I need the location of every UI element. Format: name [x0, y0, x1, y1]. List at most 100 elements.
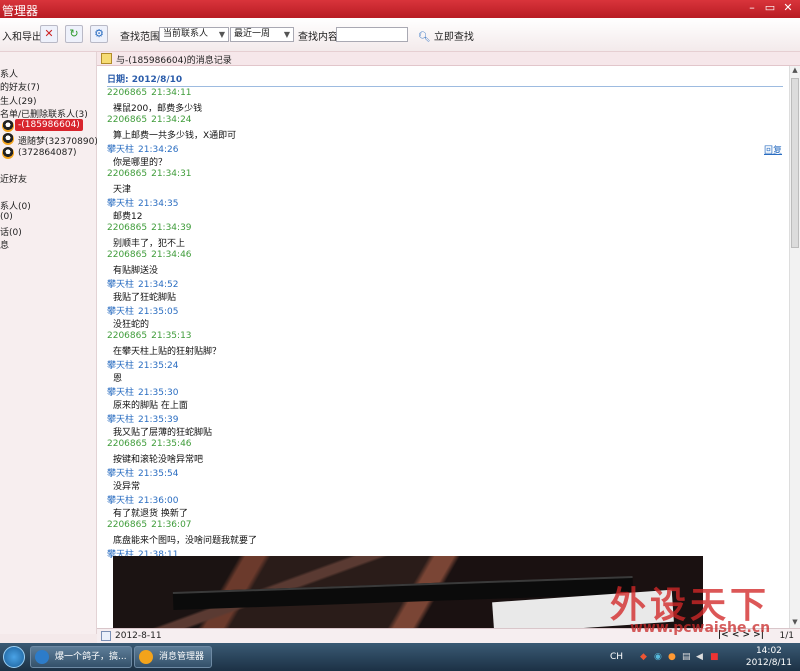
tray-icon[interactable]: ◆ [640, 652, 647, 662]
calendar-icon[interactable] [101, 631, 111, 641]
clock-date: 2012/8/11 [745, 658, 792, 668]
message-text: 没狂蛇的 [113, 320, 150, 330]
start-button[interactable] [3, 646, 25, 668]
message-text: 原来的脚贴 在上面 [113, 401, 188, 411]
scope-select[interactable]: 当前联系人 ▼ [159, 27, 229, 42]
tree-item[interactable]: 话(0) [0, 225, 22, 238]
message-sender[interactable]: 攀天柱 [107, 199, 134, 209]
tray-icon[interactable]: ● [668, 652, 676, 662]
message-log-icon [101, 53, 112, 64]
message-header: 2206865 21:34:24 [107, 115, 192, 125]
message-time: 21:35:39 [138, 415, 179, 425]
message-header: 攀天柱 21:35:24 [107, 358, 178, 371]
message-time: 21:34:31 [151, 169, 192, 179]
tray-icon[interactable]: ◉ [654, 652, 662, 662]
security-icon[interactable]: ■ [710, 652, 719, 662]
tree-item[interactable]: (372864087) [18, 148, 77, 158]
chevron-down-icon: ▼ [283, 30, 290, 39]
search-now-button[interactable]: 🔍︎ 立即查找 [418, 28, 474, 43]
message-header: 2206865 21:35:13 [107, 331, 192, 341]
message-time: 21:35:13 [151, 331, 192, 341]
message-sender[interactable]: 攀天柱 [107, 469, 134, 479]
search-icon: 🔍︎ [418, 32, 431, 43]
network-icon[interactable]: ▤ [682, 652, 691, 662]
message-sender[interactable]: 2206865 [107, 250, 147, 260]
message-sender[interactable]: 2206865 [107, 223, 147, 233]
system-tray: CH ◆ ◉ ● ▤ ◀ ■ 14:02 2012/8/11 [610, 643, 800, 671]
minimize-icon[interactable]: – [744, 1, 760, 15]
tree-item-selected-contact[interactable]: -(185986604) [15, 119, 83, 131]
tree-item[interactable]: 系人 [0, 67, 18, 80]
message-time: 21:35:46 [151, 439, 192, 449]
message-sender[interactable]: 攀天柱 [107, 388, 134, 398]
message-time: 21:34:26 [138, 145, 179, 155]
message-text: 裸鼠200，邮费多少钱 [113, 104, 203, 114]
watermark-url: www.pcwaishe.cn [630, 620, 771, 636]
import-export-label: 入和导出 [2, 32, 42, 43]
message-sender[interactable]: 2206865 [107, 115, 147, 125]
message-sender[interactable]: 攀天柱 [107, 307, 134, 317]
message-text: 算上邮费一共多少钱，X通即可 [113, 131, 237, 141]
clock-time: 14:02 [755, 646, 782, 656]
message-text: 按键和滚轮没啥异常吧 [113, 455, 204, 465]
scroll-up-icon[interactable]: ▲ [790, 66, 800, 76]
message-text: 别顺丰了，犯不上 [113, 239, 186, 249]
app-icon [35, 650, 49, 664]
vertical-scrollbar[interactable]: ▲ ▼ [789, 66, 800, 628]
message-text: 你是哪里的？ [113, 158, 168, 168]
message-header: 攀天柱 21:34:26 [107, 142, 178, 155]
delete-icon[interactable]: ✕ [40, 25, 58, 43]
message-time: 21:36:00 [138, 496, 179, 506]
settings-icon[interactable]: ⚙ [90, 25, 108, 43]
message-sender[interactable]: 2206865 [107, 520, 147, 530]
message-header: 攀天柱 21:35:05 [107, 304, 178, 317]
volume-icon[interactable]: ◀ [696, 652, 703, 662]
clock[interactable]: 14:02 2012/8/11 [746, 645, 792, 669]
message-sender[interactable]: 2206865 [107, 169, 147, 179]
watermark: 外设天下 www.pcwaishe.cn [610, 576, 800, 636]
time-select-value: 最近一周 [234, 29, 271, 39]
message-time: 21:34:11 [151, 88, 192, 98]
tree-item[interactable]: 系人(0) [0, 199, 31, 212]
tree-item[interactable]: (0) [0, 212, 13, 222]
tree-item[interactable]: 遗随梦(32370890) [18, 134, 98, 147]
message-text: 天津 [113, 185, 132, 195]
tree-item[interactable]: 的好友(7) [0, 80, 40, 93]
taskbar-item-active[interactable]: 消息管理器 [134, 646, 212, 668]
refresh-icon[interactable]: ↻ [65, 25, 83, 43]
search-scope-label: 查找范围: [120, 32, 164, 43]
message-time: 21:35:24 [138, 361, 179, 371]
taskbar-item[interactable]: 爆一个鸽子，搞... [30, 646, 132, 668]
message-time: 21:35:05 [138, 307, 179, 317]
tree-item[interactable]: 生人(29) [0, 94, 36, 107]
maximize-icon[interactable]: ▭ [762, 1, 778, 15]
message-sender[interactable]: 攀天柱 [107, 280, 134, 290]
page-indicator: 1/1 [779, 631, 794, 641]
message-text: 我又贴了层薄的狂蛇脚贴 [113, 428, 213, 438]
chevron-down-icon: ▼ [218, 30, 225, 39]
time-select[interactable]: 最近一周 ▼ [230, 27, 294, 42]
language-indicator[interactable]: CH [610, 652, 623, 662]
taskbar-item-label: 爆一个鸽子，搞... [55, 652, 127, 662]
message-sender[interactable]: 攀天柱 [107, 496, 134, 506]
close-icon[interactable]: ✕ [780, 1, 796, 15]
message-sender[interactable]: 攀天柱 [107, 361, 134, 371]
search-input[interactable] [336, 27, 408, 42]
reply-link[interactable]: 回复 [764, 143, 782, 156]
message-sender[interactable]: 攀天柱 [107, 145, 134, 155]
message-log: 日期: 2012/8/10 2206865 21:34:11 裸鼠200，邮费多少钱… [97, 66, 789, 628]
tree-item[interactable]: 息 [0, 238, 9, 251]
message-header: 2206865 21:34:11 [107, 88, 192, 98]
message-header: 攀天柱 21:35:54 [107, 466, 178, 479]
message-sender[interactable]: 2206865 [107, 88, 147, 98]
message-sender[interactable]: 2206865 [107, 331, 147, 341]
message-text: 有贴脚送没 [113, 266, 159, 276]
message-time: 21:34:39 [151, 223, 192, 233]
tree-item[interactable]: 近好友 [0, 172, 27, 185]
message-sender[interactable]: 攀天柱 [107, 415, 134, 425]
message-header: 2206865 21:34:39 [107, 223, 192, 233]
scroll-thumb[interactable] [791, 78, 799, 248]
contact-tree: 系人 的好友(7) 生人(29) 名单/已删除联系人(3) -(18598660… [0, 52, 98, 634]
message-header: 攀天柱 21:34:52 [107, 277, 178, 290]
message-sender[interactable]: 2206865 [107, 439, 147, 449]
